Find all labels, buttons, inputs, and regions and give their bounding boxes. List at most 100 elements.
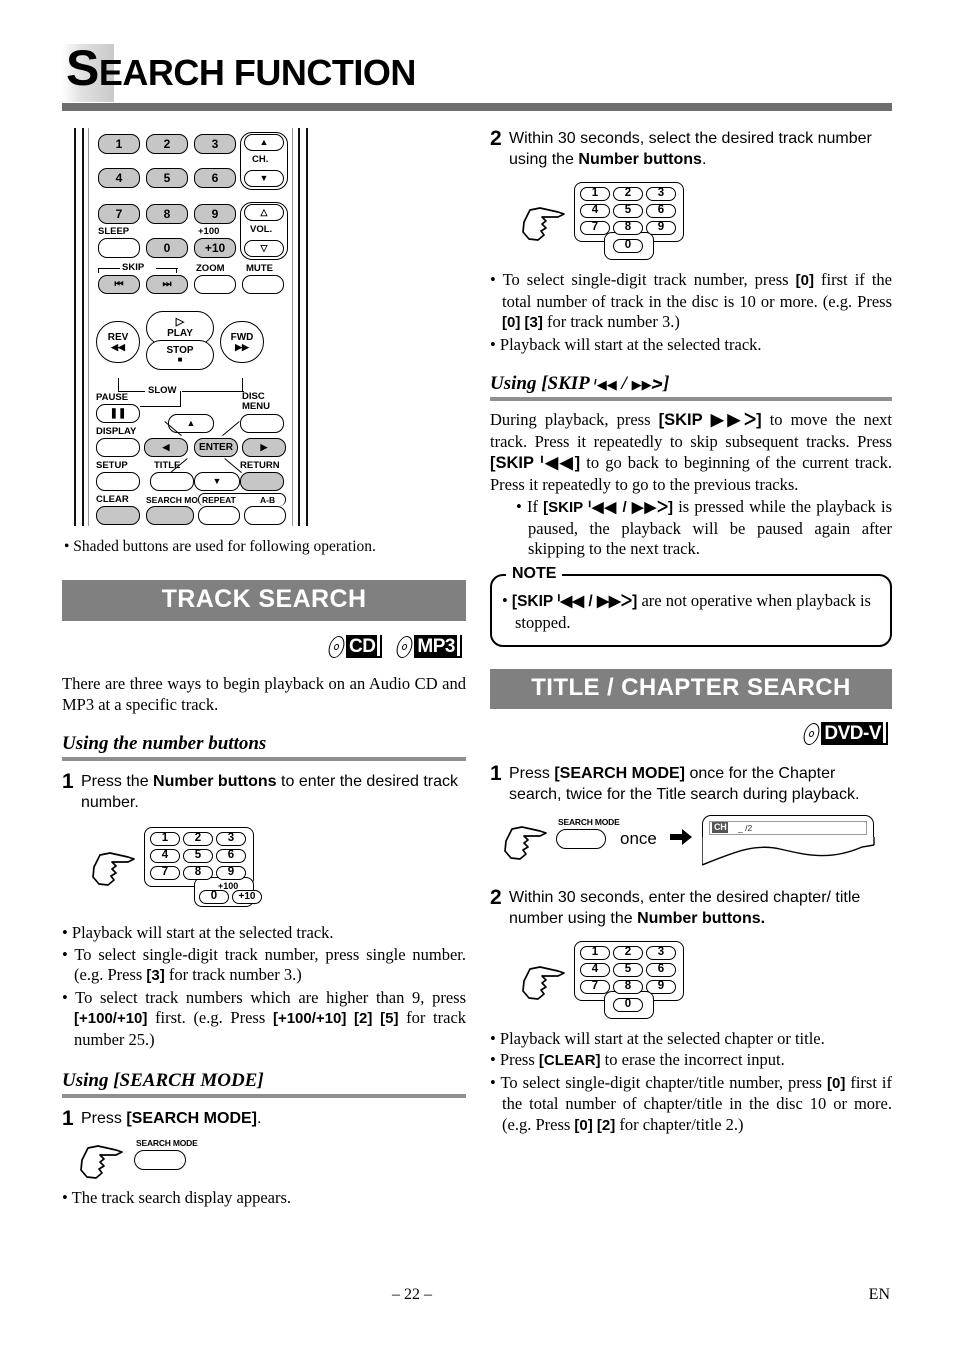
keypad-key-5[interactable]: 5 xyxy=(613,204,643,218)
remote-key-vol-up[interactable]: △ xyxy=(244,204,284,221)
remote-label-clear: CLEAR xyxy=(96,494,129,505)
remote-key-zoom[interactable] xyxy=(194,275,236,294)
keypad-key-3[interactable]: 3 xyxy=(646,945,676,960)
remote-key-pause[interactable]: ❚❚ xyxy=(96,404,140,423)
remote-key-fwd[interactable]: FWD ▶▶ xyxy=(220,321,264,363)
remote-key-7[interactable]: 7 xyxy=(98,204,140,224)
remote-key-enter[interactable]: ENTER xyxy=(194,438,238,457)
remote-key-setup[interactable] xyxy=(96,472,140,491)
remote-key-4[interactable]: 4 xyxy=(98,168,140,188)
keypad-key-0[interactable]: 0 xyxy=(613,997,643,1012)
remote-key-9[interactable]: 9 xyxy=(194,204,236,224)
remote-key-sleep[interactable] xyxy=(98,238,140,258)
keypad-key-1[interactable]: 1 xyxy=(580,187,610,201)
remote-key-plus10[interactable]: +10 xyxy=(194,238,236,258)
remote-key-skip-next[interactable]: ⏭ xyxy=(146,275,188,294)
keypad-key-9[interactable]: 9 xyxy=(646,221,676,235)
keypad-key-2[interactable]: 2 xyxy=(613,187,643,201)
disc-menu-line2: MENU xyxy=(242,401,270,412)
remote-key-left[interactable]: ◀ xyxy=(144,438,188,457)
step-text-bold: Number buttons xyxy=(153,773,277,790)
remote-key-disc-menu[interactable] xyxy=(240,414,284,433)
remote-key-8[interactable]: 8 xyxy=(146,204,188,224)
remote-key-display[interactable] xyxy=(96,438,140,457)
skip-heading-b: ] xyxy=(663,373,670,394)
bullets-skip: If [SKIP ᑊ◀◀ / ▶▶ᐳ] is pressed while the… xyxy=(490,497,892,560)
step-2-number-buttons: 2 Within 30 seconds, select the desired … xyxy=(490,128,892,170)
bullets-search-mode: The track search display appears. xyxy=(62,1188,466,1209)
search-mode-button-label: SEARCH MODE xyxy=(136,1138,198,1148)
remote-label-vol: VOL. xyxy=(250,224,273,235)
once-label: once xyxy=(620,828,657,848)
remote-key-2[interactable]: 2 xyxy=(146,134,188,154)
keypad-key-6[interactable]: 6 xyxy=(646,204,676,218)
step-number: 2 xyxy=(490,885,502,909)
page-title-initial: S xyxy=(66,40,99,96)
keypad-key-3[interactable]: 3 xyxy=(646,187,676,201)
remote-key-stop[interactable]: STOP ■ xyxy=(146,340,214,370)
keypad-key-4[interactable]: 4 xyxy=(150,849,180,863)
keypad-key-1[interactable]: 1 xyxy=(150,832,180,846)
note-caption: NOTE xyxy=(506,564,563,583)
step-text: Within 30 seconds, select the desired tr… xyxy=(509,128,892,170)
keypad-key-9[interactable]: 9 xyxy=(646,979,676,994)
remote-key-ch-down[interactable]: ▼ xyxy=(244,170,284,187)
step-text-bold: [SEARCH MODE] xyxy=(126,1110,258,1127)
keypad-key-8[interactable]: 8 xyxy=(613,221,643,235)
language-code: EN xyxy=(868,1286,890,1303)
remote-key-down[interactable]: ▼ xyxy=(194,472,240,491)
remote-key-0[interactable]: 0 xyxy=(146,238,188,258)
keypad-key-7[interactable]: 7 xyxy=(580,221,610,235)
remote-key-vol-down[interactable]: ▽ xyxy=(244,240,284,257)
remote-label-play: PLAY xyxy=(167,328,193,339)
remote-key-skip-prev[interactable]: ⏮ xyxy=(98,275,140,294)
manual-page: SEARCH FUNCTION 1 2 3 4 5 6 7 8 9 SLEEP … xyxy=(0,0,954,1348)
search-mode-button-illustration[interactable] xyxy=(134,1150,186,1170)
pointing-hand-icon xyxy=(90,849,136,889)
remote-key-title[interactable] xyxy=(150,472,194,491)
keypad-key-5[interactable]: 5 xyxy=(613,962,643,977)
keypad-key-plus10[interactable]: +10 xyxy=(232,890,262,904)
keypad-key-6[interactable]: 6 xyxy=(216,849,246,863)
remote-key-repeat[interactable] xyxy=(198,506,240,525)
dvd-v-logo: DVD-V xyxy=(803,721,888,747)
keypad-key-6[interactable]: 6 xyxy=(646,962,676,977)
keypad-key-4[interactable]: 4 xyxy=(580,204,610,218)
keypad-key-5[interactable]: 5 xyxy=(183,849,213,863)
remote-key-mute[interactable] xyxy=(242,275,284,294)
remote-key-clear[interactable] xyxy=(96,506,140,525)
remote-key-ch-up[interactable]: ▲ xyxy=(244,134,284,151)
keypad-key-7[interactable]: 7 xyxy=(580,979,610,994)
remote-key-rev[interactable]: REV ◀◀ xyxy=(96,321,140,363)
keypad-key-0[interactable]: 0 xyxy=(199,890,229,904)
subheading-using-search-mode: Using [SEARCH MODE] xyxy=(62,1070,264,1091)
remote-key-search-mode[interactable] xyxy=(146,506,194,525)
tv-display-illustration: CH _ /2 xyxy=(702,813,892,869)
remote-key-3[interactable]: 3 xyxy=(194,134,236,154)
left-column: 1 2 3 4 5 6 7 8 9 SLEEP 0 +100 +10 SKIP … xyxy=(62,128,466,1210)
remote-key-return[interactable] xyxy=(240,472,284,491)
remote-key-6[interactable]: 6 xyxy=(194,168,236,188)
b2p1: [3] xyxy=(146,967,165,984)
step-number: 2 xyxy=(490,127,502,150)
remote-key-right[interactable]: ▶ xyxy=(242,438,286,457)
keypad-key-2[interactable]: 2 xyxy=(613,945,643,960)
keypad-key-7[interactable]: 7 xyxy=(150,866,180,880)
remote-key-1[interactable]: 1 xyxy=(98,134,140,154)
search-mode-button-illustration[interactable] xyxy=(556,828,606,849)
tc-step-bold: [SEARCH MODE] xyxy=(554,764,686,782)
keypad-key-8[interactable]: 8 xyxy=(183,866,213,880)
keypad-key-0[interactable]: 0 xyxy=(613,239,643,253)
remote-key-5[interactable]: 5 xyxy=(146,168,188,188)
search-mode-button-label: SEARCH MODE xyxy=(558,816,620,827)
keypad-key-9[interactable]: 9 xyxy=(216,866,246,880)
step-number: 1 xyxy=(62,1107,74,1130)
keypad-key-3[interactable]: 3 xyxy=(216,832,246,846)
keypad-key-1[interactable]: 1 xyxy=(580,945,610,960)
remote-key-ab[interactable] xyxy=(244,506,286,525)
pointing-hand-icon xyxy=(502,823,548,863)
keypad-key-8[interactable]: 8 xyxy=(613,979,643,994)
skb0: If xyxy=(526,497,544,516)
keypad-key-2[interactable]: 2 xyxy=(183,832,213,846)
keypad-key-4[interactable]: 4 xyxy=(580,962,610,977)
